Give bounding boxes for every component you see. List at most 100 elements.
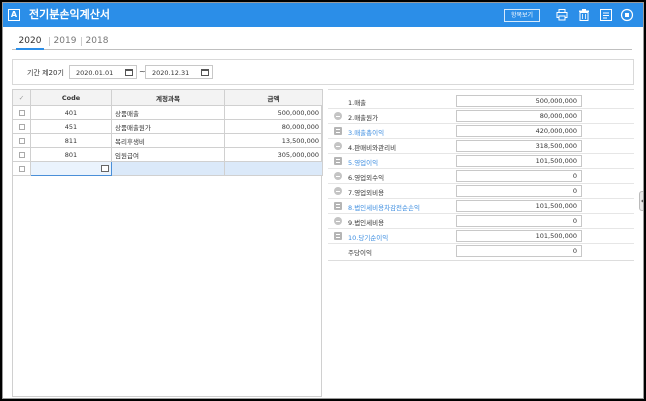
minus-icon (334, 112, 342, 120)
trash-icon[interactable] (577, 8, 591, 22)
row-checkbox-cell[interactable] (12, 147, 31, 162)
calendar-icon[interactable] (125, 69, 133, 76)
row-checkbox-cell[interactable] (12, 161, 31, 176)
summary-value: 0 (456, 215, 582, 227)
account-grid: ✓ Code 계정과목 금액 401 상품매출 500,000,000 451 … (12, 89, 323, 176)
row-checkbox[interactable] (18, 109, 25, 116)
summary-value: 500,000,000 (456, 95, 582, 107)
row-checkbox[interactable] (18, 123, 25, 130)
table-row[interactable]: 801 임원급여 305,000,000 (12, 147, 323, 162)
summary-row: 7.영업외비용 0 (328, 184, 634, 199)
code-input-cell[interactable] (30, 161, 112, 176)
summary-label: 9.법인세비용 (348, 219, 385, 227)
summary-label: 2.매출원가 (348, 114, 379, 122)
summary-row: 6.영업외수익 0 (328, 169, 634, 184)
tab-2018[interactable]: 2018 (85, 34, 109, 50)
account-cell[interactable]: 상품매출원가 (111, 119, 225, 134)
period-filter: 기간 제20기 2020.01.01 ~ 2020.12.31 (12, 59, 634, 85)
summary-label: 10.당기순이익 (348, 234, 389, 242)
row-checkbox[interactable] (18, 165, 25, 172)
income-summary-panel: 1.매출 500,000,000 2.매출원가 80,000,000 3.매출총… (328, 89, 634, 261)
summary-label: 4.판매비와관리비 (348, 144, 397, 152)
close-circle-icon[interactable] (620, 8, 634, 22)
end-date-value: 2020.12.31 (152, 69, 190, 77)
summary-label: 3.매출총이익 (348, 129, 385, 137)
summary-row: 10.당기순이익 101,500,000 (328, 229, 634, 244)
summary-value: 0 (456, 245, 582, 257)
new-entry-row[interactable] (12, 161, 323, 176)
summary-value: 80,000,000 (456, 110, 582, 122)
summary-row: 9.법인세비용 0 (328, 214, 634, 229)
equals-icon (334, 232, 342, 240)
select-all-header[interactable]: ✓ (12, 89, 31, 106)
summary-value: 101,500,000 (456, 230, 582, 242)
code-cell[interactable]: 801 (30, 147, 112, 162)
account-cell[interactable]: 상품매출 (111, 105, 225, 120)
equals-icon (334, 127, 342, 135)
code-cell[interactable]: 811 (30, 133, 112, 148)
account-header: 계정과목 (111, 89, 225, 106)
plus-icon (334, 172, 342, 180)
code-header: Code (30, 89, 112, 106)
amount-cell[interactable] (224, 161, 323, 176)
summary-row: 8.법인세비용차감전순손익 101,500,000 (328, 199, 634, 214)
calendar-icon[interactable] (201, 69, 209, 76)
view-items-button[interactable]: 항목보기 (504, 9, 540, 22)
summary-label: 주당이익 (348, 249, 372, 257)
summary-row: 1.매출 500,000,000 (328, 94, 634, 109)
minus-icon (334, 142, 342, 150)
tab-separator (49, 37, 50, 46)
account-grid-panel: ✓ Code 계정과목 금액 401 상품매출 500,000,000 451 … (12, 89, 323, 397)
code-cell[interactable]: 401 (30, 105, 112, 120)
equals-icon (334, 157, 342, 165)
code-cell[interactable]: 451 (30, 119, 112, 134)
table-row[interactable]: 811 복리후생비 13,500,000 (12, 133, 323, 148)
code-lookup-icon[interactable] (101, 165, 109, 172)
summary-row: 주당이익 0 (328, 244, 634, 259)
tab-separator (81, 37, 82, 46)
summary-row: 5.영업이익 101,500,000 (328, 154, 634, 169)
summary-label: 6.영업외수익 (348, 174, 385, 182)
amount-cell[interactable]: 305,000,000 (224, 147, 323, 162)
summary-label: 1.매출 (348, 99, 367, 107)
account-cell[interactable]: 임원급여 (111, 147, 225, 162)
end-date-field[interactable]: 2020.12.31 (145, 65, 213, 79)
side-panel-toggle[interactable] (639, 191, 643, 211)
app-icon: A (8, 9, 20, 21)
summary-row: 3.매출총이익 420,000,000 (328, 124, 634, 139)
minus-icon (334, 217, 342, 225)
summary-value: 0 (456, 170, 582, 182)
window-title: 전기분손익계산서 (29, 8, 110, 21)
printer-icon[interactable] (555, 8, 569, 22)
list-form-icon[interactable] (599, 8, 613, 22)
summary-label: 7.영업외비용 (348, 189, 385, 197)
row-checkbox-cell[interactable] (12, 119, 31, 134)
summary-row: 2.매출원가 80,000,000 (328, 109, 634, 124)
summary-value: 318,500,000 (456, 140, 582, 152)
amount-cell[interactable]: 80,000,000 (224, 119, 323, 134)
tab-2019[interactable]: 2019 (53, 34, 77, 50)
period-label: 기간 제20기 (27, 69, 64, 77)
summary-value: 101,500,000 (456, 155, 582, 167)
summary-row: 4.판매비와관리비 318,500,000 (328, 139, 634, 154)
row-checkbox-cell[interactable] (12, 105, 31, 120)
account-cell[interactable] (111, 161, 225, 176)
amount-cell[interactable]: 500,000,000 (224, 105, 323, 120)
title-bar: A 전기분손익계산서 항목보기 (3, 3, 643, 27)
row-checkbox[interactable] (18, 151, 25, 158)
minus-icon (334, 187, 342, 195)
amount-header: 금액 (224, 89, 323, 106)
account-cell[interactable]: 복리후생비 (111, 133, 225, 148)
summary-value: 101,500,000 (456, 200, 582, 212)
start-date-field[interactable]: 2020.01.01 (69, 65, 137, 79)
summary-value: 420,000,000 (456, 125, 582, 137)
table-row[interactable]: 401 상품매출 500,000,000 (12, 105, 323, 120)
start-date-value: 2020.01.01 (76, 69, 114, 77)
equals-icon (334, 202, 342, 210)
amount-cell[interactable]: 13,500,000 (224, 133, 323, 148)
summary-label: 8.법인세비용차감전순손익 (348, 204, 420, 212)
table-row[interactable]: 451 상품매출원가 80,000,000 (12, 119, 323, 134)
row-checkbox[interactable] (18, 137, 25, 144)
row-checkbox-cell[interactable] (12, 133, 31, 148)
tab-2020[interactable]: 2020 (16, 34, 44, 50)
